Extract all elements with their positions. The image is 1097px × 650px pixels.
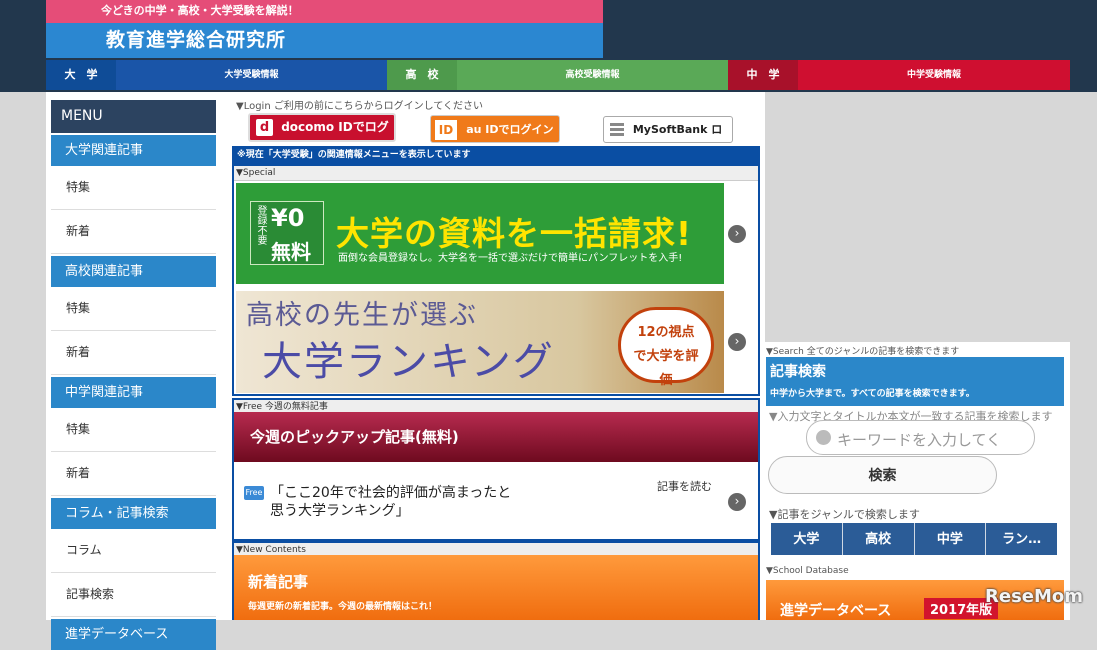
ranking-viewpoint-circle: 12の視点で大学を評価 bbox=[618, 307, 714, 388]
ranking-banner-line1: 高校の先生が選ぶ bbox=[246, 300, 478, 331]
school-database-label: ▼School Database bbox=[766, 566, 849, 576]
university-ranking-banner[interactable]: 高校の先生が選ぶ 大学ランキング 12の視点で大学を評価 bbox=[236, 291, 724, 393]
site-tagline: 今どきの中学・高校・大学受験を解説！ bbox=[46, 0, 603, 23]
search-icon bbox=[816, 430, 831, 445]
current-menu-notice: ※現在「大学受験」の関連情報メニューを表示しています bbox=[232, 146, 760, 164]
sidebar-group-highschool[interactable]: 高校関連記事 bbox=[51, 256, 216, 287]
docomo-login-button[interactable]: d docomo IDでログイン bbox=[248, 113, 396, 159]
au-login-button[interactable]: ID au IDでログイン bbox=[430, 115, 560, 143]
nav-university-link[interactable]: 大学受験情報 bbox=[116, 60, 387, 90]
brochure-headline: 大学の資料を一括請求! bbox=[336, 214, 693, 253]
sidebar-item-column[interactable]: コラム bbox=[51, 529, 216, 573]
nav-juniorhigh-link[interactable]: 中学受験情報 bbox=[798, 60, 1070, 90]
docomo-d-icon: d bbox=[256, 119, 273, 136]
free-pickup-heading: 今週のピックアップ記事(無料) bbox=[234, 412, 758, 462]
sidebar-group-juniorhigh[interactable]: 中学関連記事 bbox=[51, 377, 216, 408]
category-navbar: 大 学 大学受験情報 高 校 高校受験情報 中 学 中学受験情報 bbox=[46, 60, 1070, 90]
softbank-login-button[interactable]: MySoftBank ログイン bbox=[603, 116, 733, 161]
sidebar-menu: MENU 大学関連記事 特集 新着 高校関連記事 特集 新着 中学関連記事 特集… bbox=[51, 100, 216, 650]
ranking-viewpoint-text: 12の視点で大学を評価 bbox=[633, 325, 699, 388]
softbank-icon bbox=[610, 123, 624, 137]
school-database-title: 進学データベース bbox=[780, 603, 892, 619]
search-button[interactable]: 検索 bbox=[768, 456, 997, 494]
menu-title: MENU bbox=[51, 100, 216, 133]
nav-highschool-label[interactable]: 高 校 bbox=[387, 60, 457, 90]
sidebar-item-feature[interactable]: 特集 bbox=[51, 166, 216, 210]
sidebar-group-university[interactable]: 大学関連記事 bbox=[51, 135, 216, 166]
special-label: ▼Special bbox=[234, 166, 758, 181]
genre-buttons: 大学 高校 中学 ラン… bbox=[770, 522, 1058, 556]
brochure-request-banner[interactable]: 登録不要 ¥0 無料 大学の資料を一括請求! 面倒な会員登録なし。大学名を一括で… bbox=[236, 183, 724, 284]
free-badge-icon: Free bbox=[244, 486, 264, 500]
chevron-right-icon[interactable]: › bbox=[728, 225, 746, 243]
login-label: ▼Login ご利用の前にこちらからログインしてください bbox=[236, 101, 484, 112]
ranking-banner-line2: 大学ランキング bbox=[262, 339, 555, 385]
genre-ranking-button[interactable]: ラン… bbox=[986, 523, 1057, 555]
read-article-link[interactable]: 記事を読む bbox=[657, 478, 712, 494]
sidebar-item-feature[interactable]: 特集 bbox=[51, 408, 216, 452]
badge-price: ¥0 bbox=[271, 204, 305, 232]
free-registration-badge: 登録不要 ¥0 無料 bbox=[250, 201, 324, 265]
genre-university-button[interactable]: 大学 bbox=[771, 523, 843, 555]
ad-placeholder bbox=[765, 92, 1070, 342]
search-input[interactable]: キーワードを入力してく bbox=[806, 420, 1035, 455]
badge-no-registration: 登録不要 bbox=[255, 205, 266, 245]
au-id-icon: ID bbox=[435, 119, 457, 140]
article-search-header: 記事検索 中学から大学まで。すべての記事を検索できます。 bbox=[766, 357, 1064, 406]
badge-free: 無料 bbox=[271, 240, 311, 264]
nav-university-label[interactable]: 大 学 bbox=[46, 60, 116, 90]
sidebar-item-article-search[interactable]: 記事検索 bbox=[51, 573, 216, 617]
new-articles-header[interactable]: 新着記事 毎週更新の新着記事。今週の最新情報はこれ！ bbox=[234, 555, 758, 620]
chevron-right-icon[interactable]: › bbox=[728, 333, 746, 351]
new-articles-title: 新着記事 bbox=[248, 573, 309, 591]
sidebar-item-feature[interactable]: 特集 bbox=[51, 287, 216, 331]
sidebar-item-new[interactable]: 新着 bbox=[51, 331, 216, 375]
genre-juniorhigh-button[interactable]: 中学 bbox=[914, 523, 987, 555]
search-label: ▼Search 全てのジャンルの記事を検索できます bbox=[766, 347, 960, 357]
site-logo[interactable]: 教育進学総合研究所 bbox=[46, 23, 603, 58]
sidebar-item-new[interactable]: 新着 bbox=[51, 210, 216, 254]
au-login-label: au IDでログイン bbox=[466, 123, 554, 136]
article-search-title: 記事検索 bbox=[770, 364, 826, 380]
resemom-watermark: ReseMom bbox=[985, 586, 1084, 607]
genre-search-label: ▼記事をジャンルで検索します bbox=[769, 508, 920, 521]
search-placeholder: キーワードを入力してく bbox=[837, 431, 1002, 449]
nav-juniorhigh-label[interactable]: 中 学 bbox=[728, 60, 798, 90]
genre-highschool-button[interactable]: 高校 bbox=[842, 523, 915, 555]
free-article-title[interactable]: 「ここ20年で社会的評価が高まったと思う大学ランキング」 bbox=[270, 484, 520, 520]
chevron-right-icon[interactable]: › bbox=[728, 493, 746, 511]
sidebar-group-database[interactable]: 進学データベース bbox=[51, 619, 216, 650]
sidebar-item-new[interactable]: 新着 bbox=[51, 452, 216, 496]
nav-highschool-link[interactable]: 高校受験情報 bbox=[457, 60, 728, 90]
article-search-subtitle: 中学から大学まで。すべての記事を検索できます。 bbox=[770, 389, 975, 399]
new-articles-subtitle: 毎週更新の新着記事。今週の最新情報はこれ！ bbox=[248, 602, 438, 612]
brochure-subtext: 面倒な会員登録なし。大学名を一括で選ぶだけで簡単にパンフレットを入手! bbox=[338, 253, 683, 264]
sidebar-group-column[interactable]: コラム・記事検索 bbox=[51, 498, 216, 529]
